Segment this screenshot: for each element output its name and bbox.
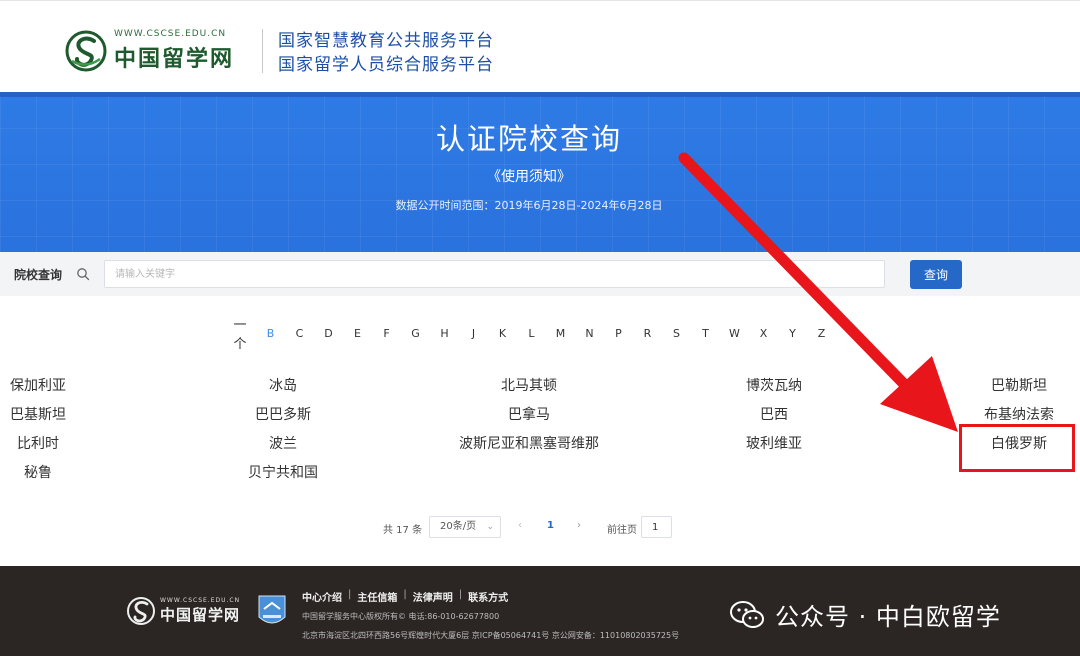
wechat-account-name: 公众号 · 中白欧留学 (775, 603, 1001, 631)
footer-logo-url: WWW.CSCSE.EDU.CN (160, 597, 241, 604)
country-item[interactable]: 巴拿马 (508, 404, 550, 424)
platform-line-2: 国家留学人员综合服务平台 (278, 55, 494, 75)
letter-filter-t[interactable]: T (700, 327, 711, 340)
logo-name-text: 中国留学网 (114, 46, 235, 72)
page-number-current[interactable]: 1 (547, 520, 554, 531)
search-button[interactable]: 查询 (910, 260, 962, 289)
footer-logo[interactable]: WWW.CSCSE.EDU.CN 中国留学网 (126, 596, 240, 626)
country-item[interactable]: 波兰 (269, 433, 297, 453)
search-bar: 院校查询 查询 (0, 252, 1080, 296)
letter-filter-x[interactable]: X (758, 327, 769, 340)
page-size-select[interactable]: 20条/页 ⌄ (429, 516, 501, 538)
letter-filter-e[interactable]: E (352, 327, 363, 340)
footer-logo-icon (127, 597, 155, 625)
footer-link-separator: | (403, 589, 407, 600)
footer-link-separator: | (458, 589, 463, 600)
logo-icon (65, 30, 107, 72)
country-item[interactable]: 巴勒斯坦 (991, 375, 1047, 395)
search-label: 院校查询 (14, 268, 63, 282)
letter-filter-c[interactable]: C (294, 327, 305, 340)
country-item[interactable]: 贝宁共和国 (248, 462, 318, 482)
letter-filter-all[interactable]: 一个 (228, 314, 252, 352)
letter-filter-y[interactable]: Y (787, 327, 798, 340)
country-item[interactable]: 波斯尼亚和黑塞哥维那 (459, 433, 599, 453)
site-header: WWW.CSCSE.EDU.CN 中国留学网 国家智慧教育公共服务平台 国家留学… (0, 0, 1080, 92)
page-title: 认证院校查询 (435, 122, 622, 156)
letter-filter-f[interactable]: F (381, 327, 392, 340)
letter-filter-l[interactable]: L (526, 327, 537, 340)
page-size-value: 20条/页 (440, 521, 477, 532)
data-date-range: 数据公开时间范围：2019年6月28日-2024年6月28日 (395, 199, 663, 212)
footer-link-about[interactable]: 中心介绍 (302, 589, 342, 604)
site-footer: WWW.CSCSE.EDU.CN 中国留学网 中心介绍 | 主任信箱 | 法律声… (0, 566, 1080, 656)
site-logo[interactable]: WWW.CSCSE.EDU.CN 中国留学网 (64, 25, 254, 77)
pagination: 共 17 条 20条/页 ⌄ ‹ 1 › 前往页 (0, 516, 1080, 538)
letter-filter-j[interactable]: J (468, 327, 479, 340)
header-divider (262, 29, 263, 73)
annotation-highlight-box (959, 424, 1075, 472)
alphabet-filter: 一个 B C D E F G H J K L M N P R S T W X Y… (228, 318, 845, 352)
letter-filter-h[interactable]: H (439, 327, 450, 340)
wechat-watermark: 公众号 · 中白欧留学 (729, 597, 1001, 632)
footer-link-director-mailbox[interactable]: 主任信箱 (357, 589, 397, 604)
country-item[interactable]: 玻利维亚 (746, 433, 802, 453)
pagination-total: 共 17 条 (383, 525, 423, 536)
letter-filter-d[interactable]: D (323, 327, 334, 340)
search-icon (77, 268, 90, 281)
next-page-button[interactable]: › (577, 520, 581, 531)
footer-copyright: 中国留学服务中心版权所有© 电话:86-010-62677800 (302, 612, 500, 621)
country-item[interactable]: 北马其顿 (501, 375, 557, 395)
country-item[interactable]: 巴西 (760, 404, 788, 424)
letter-filter-k[interactable]: K (497, 327, 508, 340)
prev-page-button[interactable]: ‹ (518, 520, 522, 531)
footer-link-contact[interactable]: 联系方式 (468, 589, 508, 604)
country-item[interactable]: 保加利亚 (10, 375, 66, 395)
country-item[interactable]: 冰岛 (269, 375, 297, 395)
letter-filter-z[interactable]: Z (816, 327, 827, 340)
letter-filter-s[interactable]: S (671, 327, 682, 340)
letter-filter-w[interactable]: W (729, 327, 740, 340)
country-item[interactable]: 比利时 (17, 433, 59, 453)
usage-notice-link[interactable]: 《使用须知》 (0, 166, 1058, 186)
letter-filter-m[interactable]: M (555, 327, 566, 340)
footer-link-separator: | (348, 589, 352, 600)
letter-filter-r[interactable]: R (642, 327, 653, 340)
country-item[interactable]: 博茨瓦纳 (746, 375, 802, 395)
letter-filter-p[interactable]: P (613, 327, 624, 340)
goto-page-label: 前往页 (607, 525, 637, 536)
goto-page-input[interactable] (641, 516, 672, 538)
platform-names: 国家智慧教育公共服务平台 国家留学人员综合服务平台 (278, 29, 494, 77)
gov-badge-icon[interactable] (257, 593, 287, 629)
letter-filter-g[interactable]: G (410, 327, 421, 340)
banner-top-strip (0, 92, 1080, 97)
search-input[interactable] (104, 260, 885, 288)
chevron-down-icon: ⌄ (486, 522, 494, 532)
footer-links: 中心介绍 | 主任信箱 | 法律声明 | 联系方式 (302, 589, 508, 604)
logo-url-text: WWW.CSCSE.EDU.CN (114, 29, 227, 39)
wechat-icon (730, 600, 764, 628)
footer-link-legal[interactable]: 法律声明 (413, 589, 453, 604)
country-item[interactable]: 布基纳法索 (984, 404, 1054, 424)
country-item[interactable]: 巴基斯坦 (10, 404, 66, 424)
letter-filter-n[interactable]: N (584, 327, 595, 340)
letter-filter-b[interactable]: B (265, 327, 276, 340)
country-item[interactable]: 秘鲁 (24, 462, 52, 482)
platform-line-1: 国家智慧教育公共服务平台 (278, 31, 494, 51)
hero-banner: 认证院校查询 《使用须知》 数据公开时间范围：2019年6月28日-2024年6… (0, 92, 1080, 252)
footer-logo-name: 中国留学网 (160, 606, 241, 624)
country-item[interactable]: 巴巴多斯 (255, 404, 311, 424)
footer-address: 北京市海淀区北四环西路56号辉煌时代大厦6层 京ICP备05064741号 京公… (302, 631, 680, 640)
